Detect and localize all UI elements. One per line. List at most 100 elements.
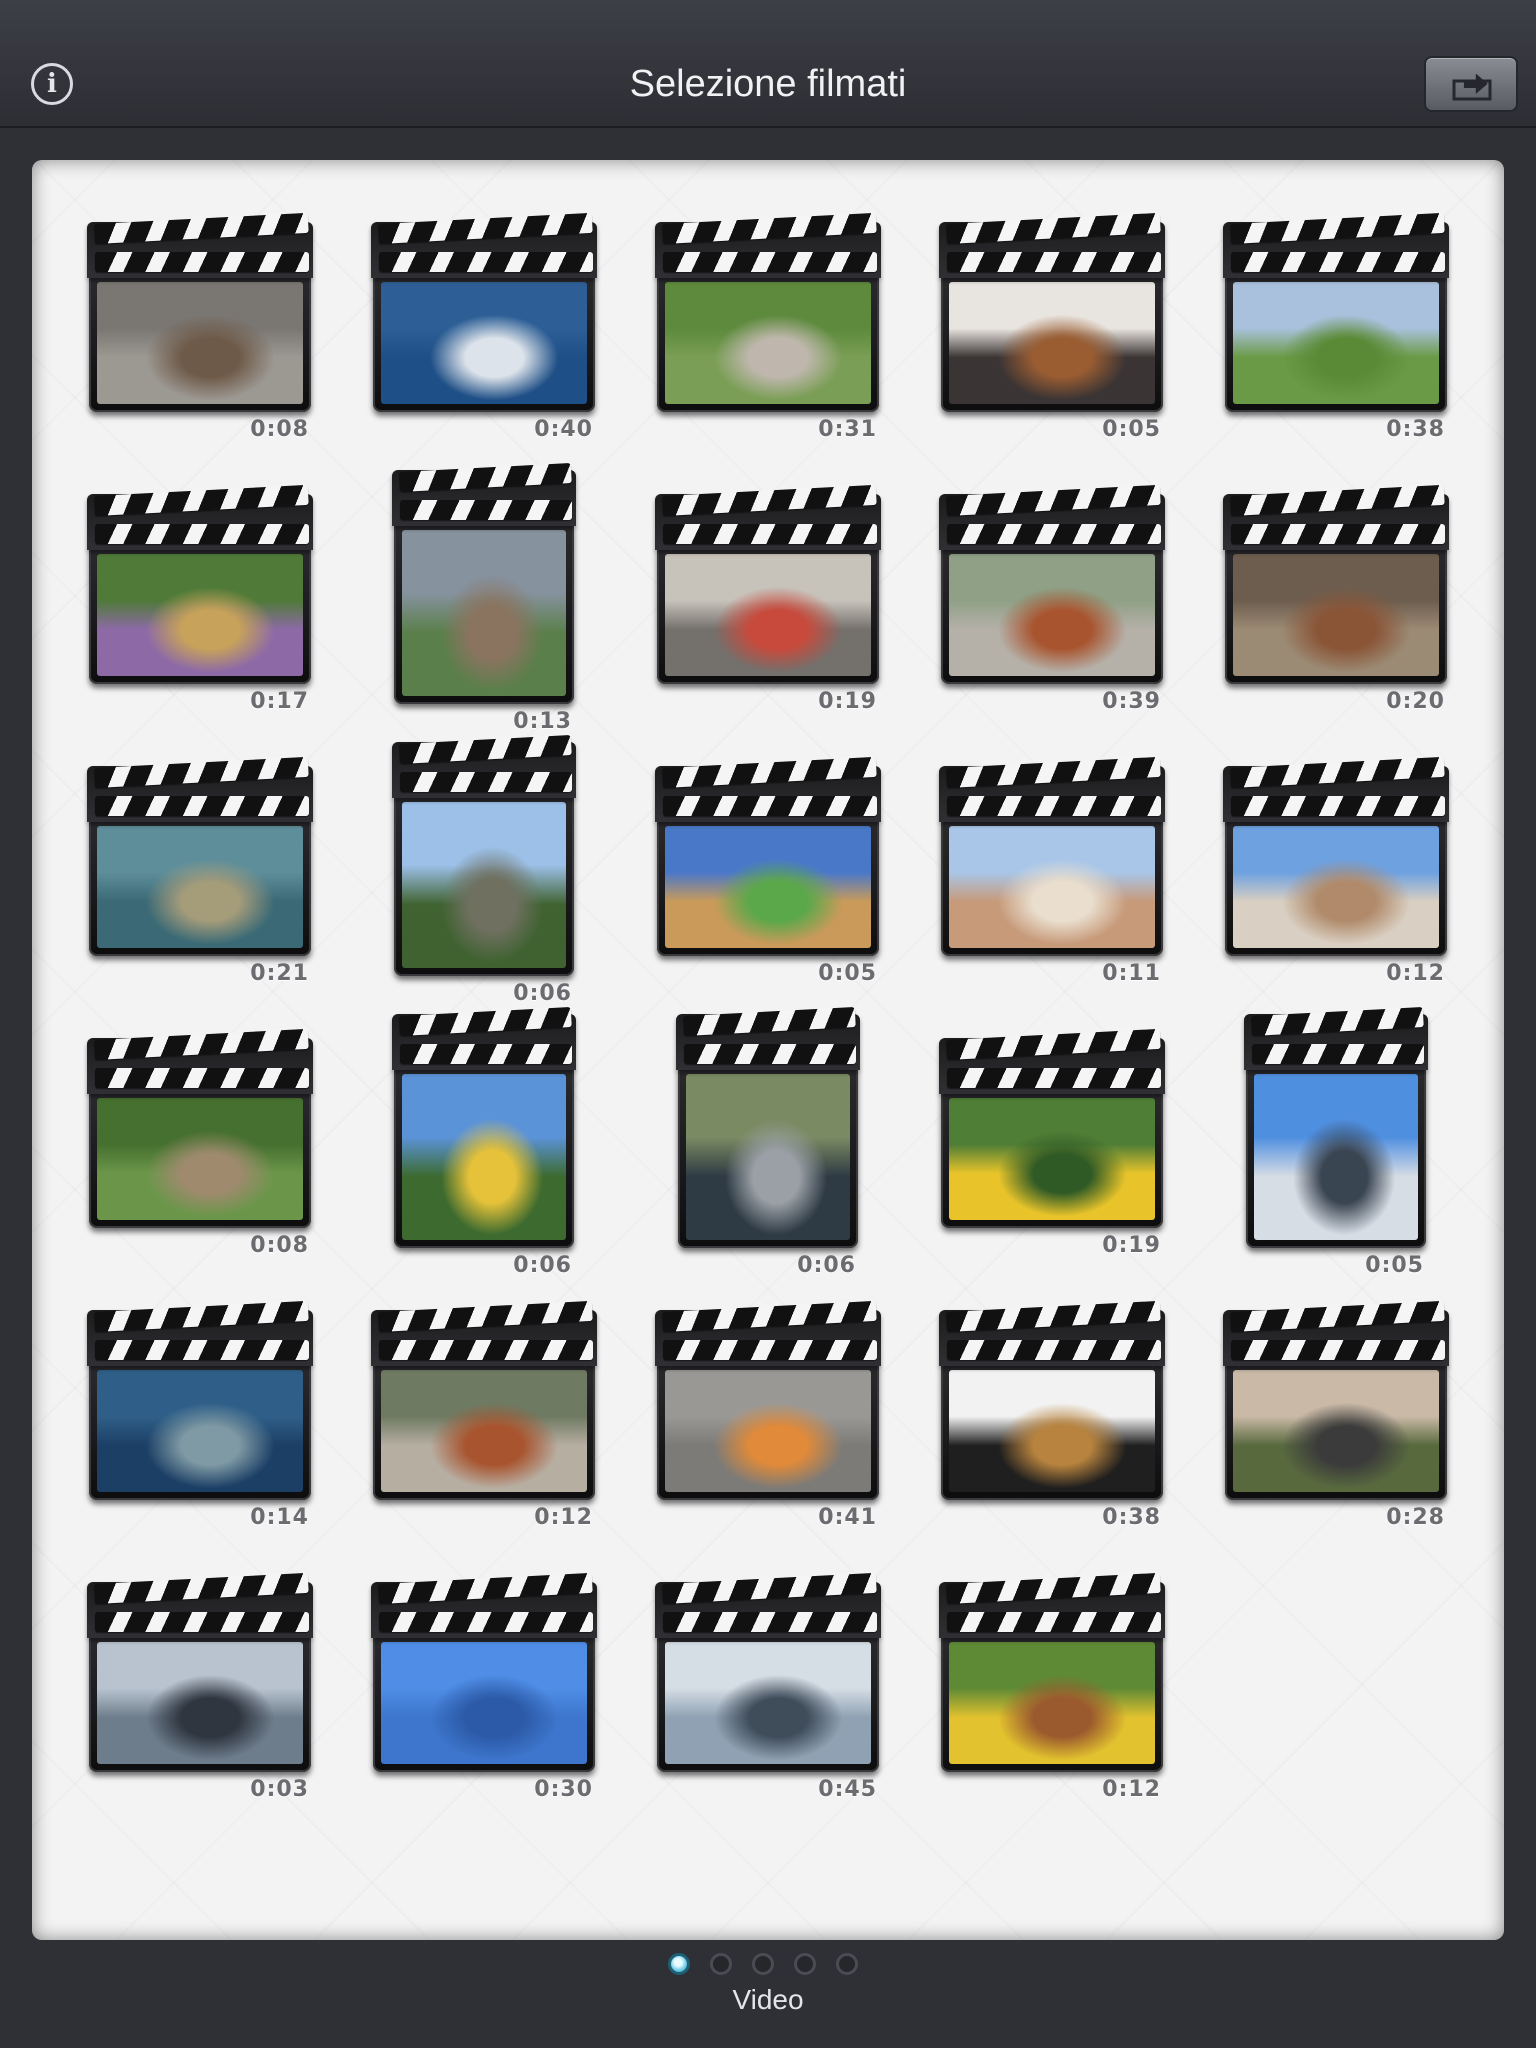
- clapperboard-icon: [371, 1572, 597, 1638]
- clapperboard-icon: [87, 484, 313, 550]
- page-dot[interactable]: [668, 1953, 690, 1975]
- clip-item[interactable]: 0:12: [939, 1572, 1165, 1802]
- clip-item[interactable]: 0:20: [1223, 484, 1449, 714]
- clip-duration: 0:31: [818, 417, 877, 442]
- clip-item[interactable]: 0:19: [655, 484, 881, 714]
- clip-frame: [941, 1092, 1163, 1228]
- video-thumbnail: [402, 1074, 566, 1240]
- clip-frame: [373, 1636, 595, 1772]
- clip-duration: 0:03: [250, 1777, 309, 1802]
- clip-duration: 0:08: [250, 1233, 309, 1258]
- clip-item[interactable]: 0:40: [371, 212, 597, 442]
- page-dot[interactable]: [710, 1953, 732, 1975]
- clip-item[interactable]: 0:06: [392, 735, 576, 1006]
- video-thumbnail: [665, 1642, 871, 1764]
- clip-item[interactable]: 0:12: [371, 1300, 597, 1530]
- clapperboard-icon: [1223, 484, 1449, 550]
- clip-duration: 0:38: [1386, 417, 1445, 442]
- clip-item[interactable]: 0:41: [655, 1300, 881, 1530]
- clip-frame: [657, 820, 879, 956]
- clip-duration: 0:39: [1102, 689, 1161, 714]
- clip-item[interactable]: 0:06: [392, 1007, 576, 1278]
- page-label: Video: [732, 1984, 804, 2015]
- clapperboard-icon: [655, 756, 881, 822]
- clip-duration: 0:28: [1386, 1505, 1445, 1530]
- clip-item[interactable]: 0:05: [939, 212, 1165, 442]
- clip-item[interactable]: 0:45: [655, 1572, 881, 1802]
- clip-frame: [89, 1364, 311, 1500]
- clip-item[interactable]: 0:38: [939, 1300, 1165, 1530]
- video-thumbnail: [1233, 826, 1439, 948]
- clip-item[interactable]: 0:14: [87, 1300, 313, 1530]
- clip-duration: 0:38: [1102, 1505, 1161, 1530]
- clip-duration: 0:05: [1102, 417, 1161, 442]
- video-thumbnail: [949, 1642, 1155, 1764]
- page-dot[interactable]: [752, 1953, 774, 1975]
- clip-frame: [1225, 548, 1447, 684]
- page-title: Selezione filmati: [629, 63, 907, 105]
- clip-item[interactable]: 0:38: [1223, 212, 1449, 442]
- video-thumbnail: [381, 282, 587, 404]
- info-button[interactable]: i: [31, 63, 73, 105]
- clip-item[interactable]: 0:13: [392, 463, 576, 734]
- clip-item[interactable]: 0:12: [1223, 756, 1449, 986]
- clip-frame: [1225, 820, 1447, 956]
- page-indicator[interactable]: [668, 1953, 868, 1983]
- video-thumbnail: [97, 1370, 303, 1492]
- video-thumbnail: [949, 1098, 1155, 1220]
- clapperboard-icon: [1223, 1300, 1449, 1366]
- clapperboard-icon: [939, 1300, 1165, 1366]
- clip-frame: [678, 1068, 858, 1248]
- clip-item[interactable]: 0:03: [87, 1572, 313, 1802]
- clip-frame: [89, 1636, 311, 1772]
- clip-frame: [1246, 1068, 1426, 1248]
- clip-item[interactable]: 0:19: [939, 1028, 1165, 1258]
- page-dot[interactable]: [836, 1953, 858, 1975]
- video-thumbnail: [97, 282, 303, 404]
- export-button[interactable]: [1424, 56, 1518, 112]
- clip-duration: 0:06: [513, 1253, 572, 1278]
- clip-item[interactable]: 0:21: [87, 756, 313, 986]
- clip-duration: 0:19: [1102, 1233, 1161, 1258]
- clip-duration: 0:40: [534, 417, 593, 442]
- clip-item[interactable]: 0:31: [655, 212, 881, 442]
- clapperboard-icon: [392, 1007, 576, 1070]
- clip-item[interactable]: 0:05: [1244, 1007, 1428, 1278]
- clip-duration: 0:06: [513, 981, 572, 1006]
- clip-gallery: 0:08 0:40 0:31 0:05 0:38 0:17 0:13 0:19 0:39 0:20…: [32, 160, 1504, 1940]
- clip-frame: [657, 548, 879, 684]
- clapperboard-icon: [87, 1028, 313, 1094]
- clip-item[interactable]: 0:30: [371, 1572, 597, 1802]
- clip-duration: 0:20: [1386, 689, 1445, 714]
- clip-duration: 0:12: [1386, 961, 1445, 986]
- video-thumbnail: [402, 530, 566, 696]
- clip-frame: [941, 276, 1163, 412]
- clapperboard-icon: [371, 212, 597, 278]
- clip-frame: [657, 1364, 879, 1500]
- clapperboard-icon: [655, 484, 881, 550]
- clip-duration: 0:06: [797, 1253, 856, 1278]
- clip-item[interactable]: 0:05: [655, 756, 881, 986]
- clip-item[interactable]: 0:28: [1223, 1300, 1449, 1530]
- clip-frame: [657, 276, 879, 412]
- clip-frame: [89, 276, 311, 412]
- video-thumbnail: [665, 1370, 871, 1492]
- clip-duration: 0:41: [818, 1505, 877, 1530]
- clip-frame: [941, 820, 1163, 956]
- clip-item[interactable]: 0:39: [939, 484, 1165, 714]
- navigation-bar: i Selezione filmati: [0, 0, 1536, 128]
- clapperboard-icon: [939, 1028, 1165, 1094]
- clip-item[interactable]: 0:06: [676, 1007, 860, 1278]
- clip-item[interactable]: 0:08: [87, 1028, 313, 1258]
- clip-item[interactable]: 0:11: [939, 756, 1165, 986]
- clapperboard-icon: [939, 756, 1165, 822]
- video-thumbnail: [381, 1642, 587, 1764]
- video-thumbnail: [1233, 282, 1439, 404]
- clip-frame: [394, 524, 574, 704]
- clip-duration: 0:30: [534, 1777, 593, 1802]
- page-dot[interactable]: [794, 1953, 816, 1975]
- clip-item[interactable]: 0:08: [87, 212, 313, 442]
- clapperboard-icon: [1223, 212, 1449, 278]
- clapperboard-icon: [87, 1572, 313, 1638]
- clip-item[interactable]: 0:17: [87, 484, 313, 714]
